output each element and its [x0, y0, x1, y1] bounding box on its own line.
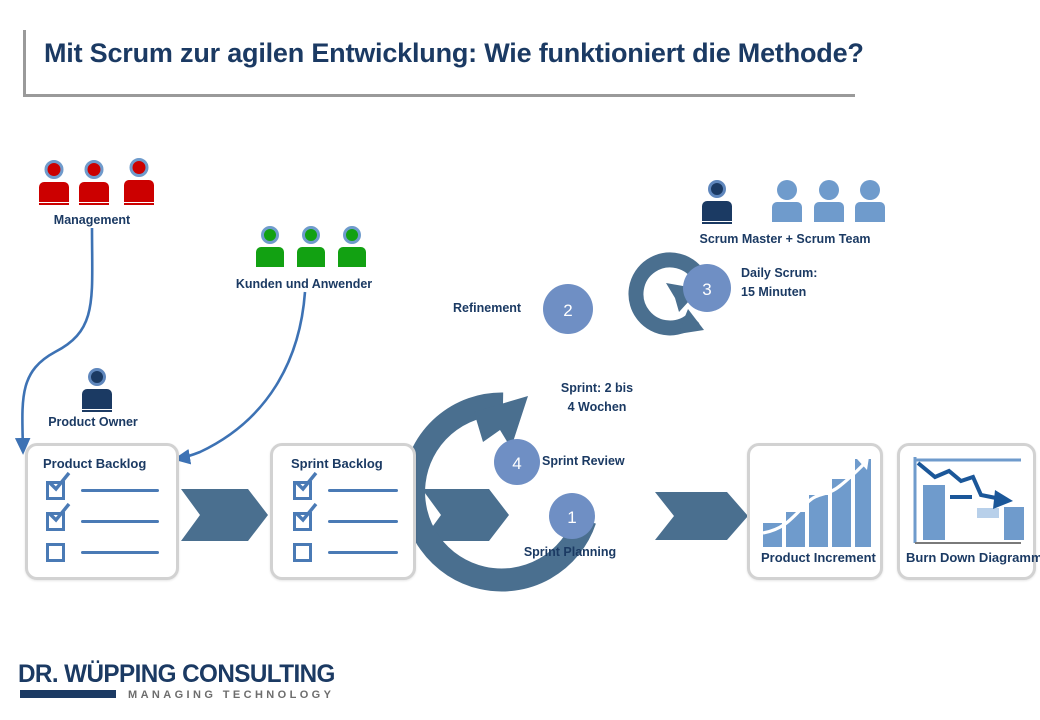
label-sprint-duration-line1: Sprint: 2 bis — [560, 381, 634, 395]
product-increment-chart — [759, 455, 871, 547]
label-daily-scrum-line1: Daily Scrum: — [741, 266, 818, 280]
checkbox-checked[interactable] — [293, 502, 318, 531]
burn-down-title: Burn Down Diagramm — [906, 550, 1040, 565]
sprint-backlog-title: Sprint Backlog — [291, 456, 383, 471]
product-increment-title: Product Increment — [761, 550, 876, 565]
sprint-item-line — [328, 489, 398, 492]
label-refinement: Refinement — [453, 301, 522, 315]
cycle-badge-4-number: 4 — [512, 454, 521, 473]
backlog-item-row[interactable] — [46, 543, 159, 562]
label-sprint-duration-line2: 4 Wochen — [567, 400, 627, 414]
burn-down-chart — [909, 455, 1024, 547]
sprint-item-line — [328, 520, 398, 523]
backlog-item-row[interactable] — [46, 471, 159, 500]
checkbox-checked[interactable] — [46, 471, 71, 500]
cycle-badge-1-number: 1 — [567, 508, 576, 527]
slide-canvas: Mit Scrum zur agilen Entwicklung: Wie fu… — [0, 0, 1040, 720]
cycle-badge-2-number: 2 — [563, 301, 572, 320]
logo-tagline: MANAGING TECHNOLOGY — [128, 689, 335, 701]
burn-down-trend-arrow — [916, 461, 1013, 509]
checkbox-checked[interactable] — [46, 502, 71, 531]
backlog-item-row[interactable] — [46, 502, 159, 531]
label-sprint-planning: Sprint Planning — [523, 545, 617, 559]
logo-company-name: DR. WÜPPING CONSULTING — [18, 660, 335, 688]
product-increment-box[interactable]: Product Increment — [747, 443, 883, 580]
sprint-item-row[interactable] — [293, 471, 398, 500]
backlog-item-line — [81, 520, 159, 523]
sprint-backlog-box[interactable]: Sprint Backlog — [270, 443, 416, 580]
label-sprint-review: Sprint Review — [542, 454, 625, 468]
backlog-item-line — [81, 489, 159, 492]
backlog-item-line — [81, 551, 159, 554]
increment-trend-arrow — [762, 457, 869, 535]
label-daily-scrum-line2: 15 Minuten — [741, 285, 807, 299]
sprint-item-line — [328, 551, 398, 554]
checkbox-unchecked[interactable] — [293, 543, 312, 562]
product-backlog-title: Product Backlog — [43, 456, 147, 471]
checkbox-unchecked[interactable] — [46, 543, 65, 562]
sprint-cycle-diagram: 1 2 3 4 — [402, 252, 731, 592]
checkbox-checked[interactable] — [293, 471, 318, 500]
product-backlog-box[interactable]: Product Backlog — [25, 443, 179, 580]
sprint-item-row[interactable] — [293, 502, 398, 531]
sprint-item-row[interactable] — [293, 543, 398, 562]
cycle-badge-3-number: 3 — [702, 280, 711, 299]
logo-rule — [20, 690, 116, 698]
burn-down-box[interactable]: Burn Down Diagramm — [897, 443, 1040, 580]
